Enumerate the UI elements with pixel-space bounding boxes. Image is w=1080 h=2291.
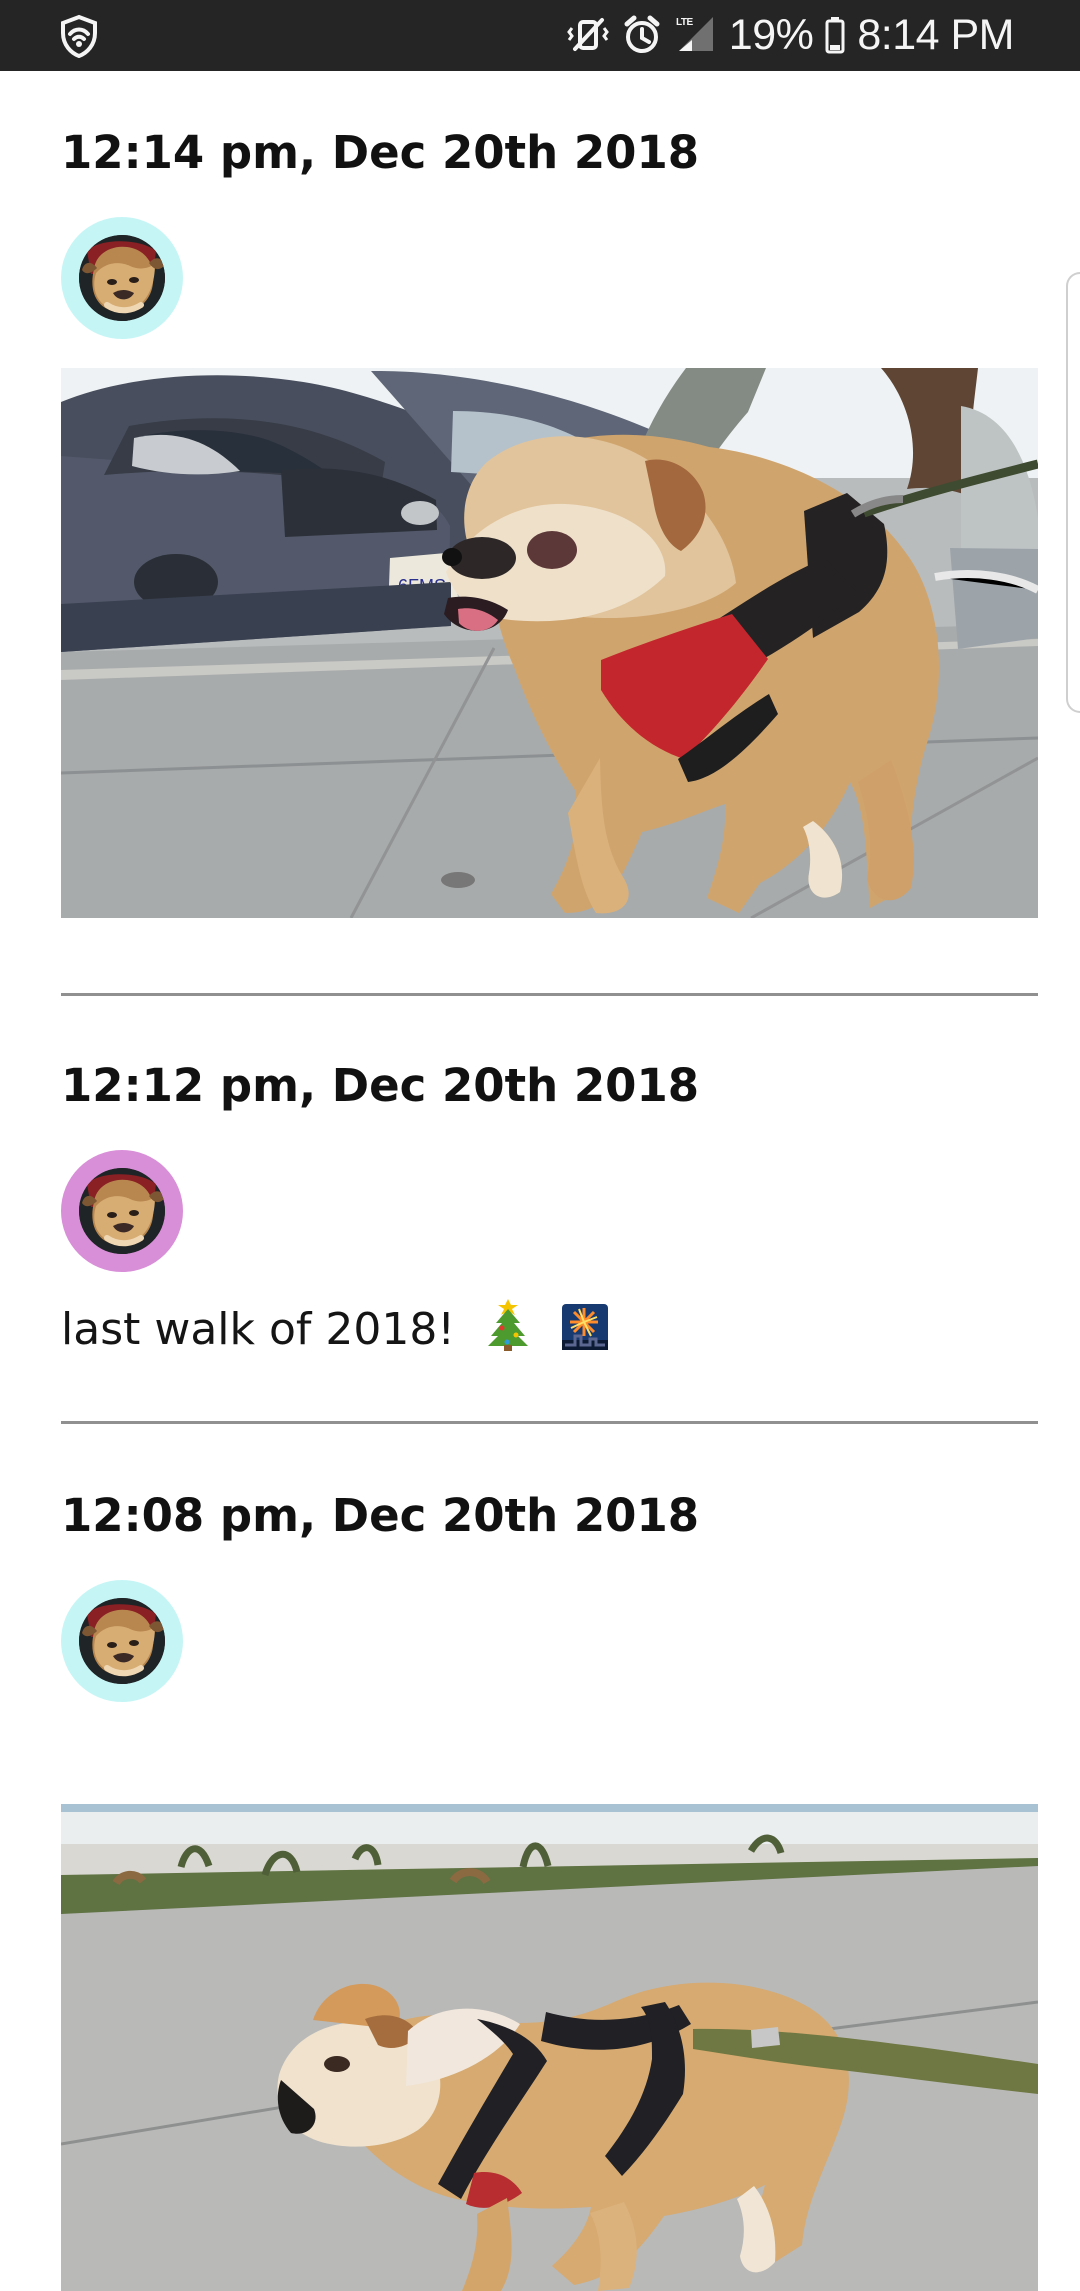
post-divider [61, 993, 1038, 996]
christmas-tree-emoji [487, 1297, 529, 1359]
post-photo[interactable]: 6FMS [61, 368, 1038, 918]
lte-signal-icon: LTE [675, 15, 717, 55]
avatar[interactable] [61, 1150, 183, 1272]
status-icons: LTE 19% 8:14 PM [566, 10, 1014, 60]
bulldog-avatar-image [79, 235, 165, 321]
shield-icon [57, 14, 101, 59]
post-message-text: last walk of 2018! [61, 1304, 456, 1355]
side-drawer-handle[interactable] [1066, 272, 1080, 713]
vibrate-mute-icon [566, 15, 609, 55]
status-bar: LTE 19% 8:14 PM [0, 0, 1080, 71]
bulldog-sidewalk-photo [61, 1804, 1038, 2291]
avatar[interactable] [61, 217, 183, 339]
post-photo[interactable] [61, 1804, 1038, 2291]
clock-time: 8:14 PM [857, 10, 1014, 59]
post-date: 12:08 pm, Dec 20th 2018 [61, 1489, 700, 1542]
feed-post[interactable]: 12:12 pm, Dec 20th 2018 last walk of 201… [61, 1004, 1039, 1427]
battery-icon [825, 16, 845, 54]
fireworks-emoji [561, 1303, 609, 1359]
post-date: 12:14 pm, Dec 20th 2018 [61, 126, 700, 179]
bulldog-avatar-image [79, 1168, 165, 1254]
battery-percent: 19% [728, 10, 814, 59]
bulldog-walking-photo: 6FMS [61, 368, 1038, 918]
avatar[interactable] [61, 1580, 183, 1702]
feed-post[interactable]: 12:14 pm, Dec 20th 2018 [61, 71, 1039, 998]
post-date: 12:12 pm, Dec 20th 2018 [61, 1059, 700, 1112]
feed-post[interactable]: 12:08 pm, Dec 20th 2018 [61, 1434, 1039, 2291]
alarm-icon [621, 14, 663, 56]
post-divider [61, 1421, 1038, 1424]
bulldog-avatar-image [79, 1598, 165, 1684]
network-type-label: LTE [676, 17, 693, 28]
post-message: last walk of 2018! [61, 1297, 609, 1359]
